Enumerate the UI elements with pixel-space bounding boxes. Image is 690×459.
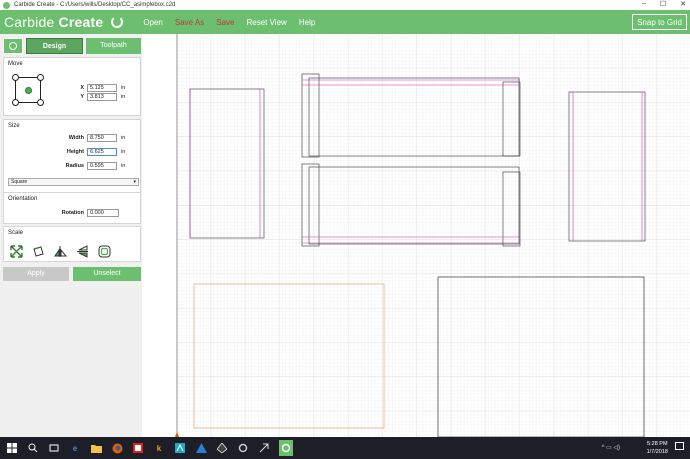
panel-tabs: Design Toolpath [3,38,141,54]
edge-icon[interactable]: e [69,442,81,454]
move-section: Move X 5.125 in Y 3.813 in [3,57,141,116]
chevron-down-icon: ▾ [133,179,136,185]
y-unit: in [121,94,126,100]
design-canvas[interactable] [142,34,690,438]
windows-taskbar: e k ^ ▭ ◁) 5:28 PM 1/7/2018 [0,437,690,459]
mirror-horizontal-icon[interactable] [54,245,68,258]
snap-to-grid-button[interactable]: Snap to Grid [632,14,687,30]
minimize-button[interactable]: – [642,0,646,8]
apply-button[interactable]: Apply [3,267,69,281]
tab-toolpath[interactable]: Toolpath [86,38,141,54]
anchor-top-right[interactable] [37,74,44,81]
height-label: Height [66,149,84,155]
design-panel: Design Toolpath Move X 5.125 in Y 3.813 … [0,34,142,437]
brand-logo: Carbide Create [4,14,104,30]
file-menu: Open Save As Save Reset View Help [137,18,321,27]
radius-label: Radius [65,163,84,169]
radius-unit: in [121,163,126,169]
anchor-center[interactable] [25,87,32,94]
width-row: Width 8.750 in [54,134,125,142]
window-controls: – ☐ ✕ [642,0,686,8]
anchor-bottom-left[interactable] [12,99,19,106]
rotation-input[interactable]: 0.000 [87,209,119,217]
y-input[interactable]: 3.813 [87,93,117,101]
settings-button[interactable] [3,38,23,54]
app-icon-inkscape[interactable] [216,442,228,454]
orientation-heading: Orientation [8,196,38,202]
major-grid [177,34,690,437]
carbide-create-taskbar-icon[interactable] [279,440,293,456]
width-unit: in [121,135,126,141]
save-button[interactable]: Save [210,18,240,27]
corner-type-select[interactable]: Square ▾ [8,178,139,186]
maximize-button[interactable]: ☐ [660,0,666,8]
windows-start-icon[interactable] [6,442,18,454]
firefox-icon[interactable] [111,442,123,454]
anchor-bottom-right[interactable] [37,99,44,106]
folder-icon[interactable] [90,442,102,454]
search-icon[interactable] [27,442,39,454]
app-icon-cyan[interactable] [174,442,186,454]
radius-input[interactable]: 0.595 [87,162,117,170]
corner-type-value: Square [11,179,28,185]
height-unit: in [121,149,126,155]
x-label: X [80,85,84,91]
app-icon [3,2,10,9]
app-icon-arrow[interactable] [258,442,270,454]
window-title: Carbide Create - C:/Users/wills/Desktop/… [14,2,176,8]
clock-date: 1/7/2018 [646,449,668,455]
scale-skew-icon[interactable] [32,245,45,258]
help-button[interactable]: Help [293,18,321,27]
close-button[interactable]: ✕ [680,0,686,8]
gear-icon [9,42,17,50]
y-label: Y [80,94,84,100]
window-titlebar: Carbide Create - C:/Users/wills/Desktop/… [0,0,690,10]
anchor-top-left[interactable] [12,74,19,81]
radius-row: Radius 0.595 in [54,162,125,170]
scale-tools [10,245,111,258]
app-icon-k[interactable]: k [153,442,165,454]
move-x-row: X 5.125 in [72,84,125,92]
move-heading: Move [8,61,23,67]
width-input[interactable]: 8.750 [87,134,117,142]
app-icon-triangle[interactable] [195,442,207,454]
open-button[interactable]: Open [137,18,169,27]
clock-time: 5:28 PM [647,441,668,447]
x-input[interactable]: 5.125 [87,84,117,92]
offset-icon[interactable] [98,245,111,258]
rotation-label: Rotation [61,210,84,216]
rotation-row: Rotation 0.000 [44,209,119,217]
x-unit: in [121,85,126,91]
main-toolbar: Carbide Create Open Save As Save Reset V… [0,10,690,34]
app-icon-red[interactable] [132,442,144,454]
reset-view-button[interactable]: Reset View [240,18,292,27]
size-heading: Size [8,123,20,129]
move-y-row: Y 3.813 in [72,93,125,101]
height-row: Height 6.625 in [54,148,125,156]
save-as-button[interactable]: Save As [169,18,210,27]
taskbar-clock[interactable]: 5:28 PM 1/7/2018 [647,440,668,456]
anchor-selector [12,74,44,106]
mirror-vertical-icon[interactable] [76,245,89,258]
width-label: Width [68,135,84,141]
canvas-drawing [175,34,690,438]
tab-design[interactable]: Design [26,38,83,54]
orientation-section: Orientation Rotation 0.000 [3,192,141,224]
height-input[interactable]: 6.625 [87,148,117,156]
scale-section: Scale [3,226,141,262]
unselect-button[interactable]: Unselect [73,267,141,281]
refresh-icon[interactable] [111,16,124,28]
system-tray[interactable]: ^ ▭ ◁) [602,444,620,451]
scale-heading: Scale [8,230,24,236]
task-view-icon[interactable] [48,442,60,454]
scale-uniform-icon[interactable] [10,245,23,258]
app-icon-settings[interactable] [237,442,249,454]
notifications-icon[interactable] [675,442,684,454]
